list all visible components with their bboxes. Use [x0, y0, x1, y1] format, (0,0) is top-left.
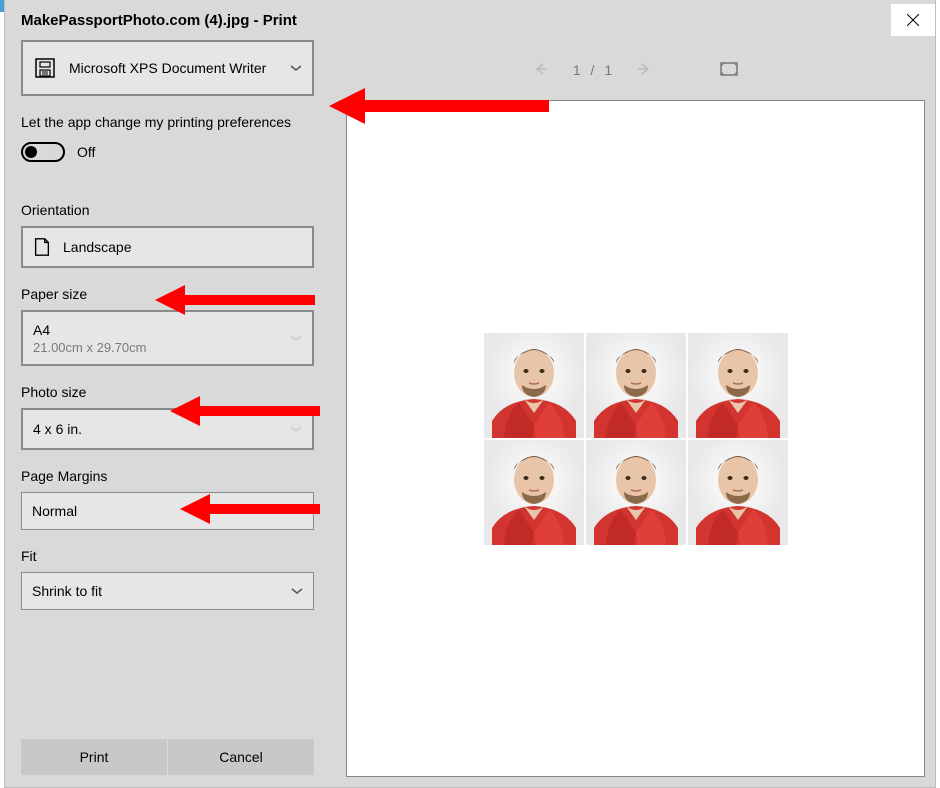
print-page-preview	[356, 229, 916, 649]
page-navigation: 1 / 1	[346, 40, 925, 100]
preview-canvas	[346, 100, 925, 777]
preferences-label: Let the app change my printing preferenc…	[21, 114, 314, 130]
paper-size-label: Paper size	[21, 286, 314, 302]
dialog-content: Microsoft XPS Document Writer Let the ap…	[5, 40, 935, 787]
previous-page-button[interactable]	[533, 62, 549, 79]
passport-photo-grid	[484, 333, 788, 545]
orientation-selector[interactable]: Landscape	[21, 226, 314, 268]
chevron-down-icon	[291, 582, 303, 600]
printer-selector[interactable]: Microsoft XPS Document Writer	[21, 40, 314, 96]
orientation-value: Landscape	[63, 239, 132, 255]
preferences-toggle-value: Off	[77, 144, 95, 160]
chevron-down-icon	[290, 420, 302, 438]
next-page-button[interactable]	[636, 62, 652, 79]
toggle-knob	[25, 146, 37, 158]
passport-photo	[484, 440, 584, 545]
chevron-down-icon	[291, 502, 303, 520]
preview-panel: 1 / 1	[330, 40, 935, 787]
orientation-label: Orientation	[21, 202, 314, 218]
passport-photo	[688, 440, 788, 545]
paper-size-selector[interactable]: A4 21.00cm x 29.70cm	[21, 310, 314, 366]
fullscreen-button[interactable]	[720, 62, 738, 79]
chevron-down-icon	[290, 59, 302, 77]
chevron-down-icon	[290, 329, 302, 347]
page-total: 1	[604, 62, 612, 78]
fit-value: Shrink to fit	[32, 583, 102, 599]
printer-name: Microsoft XPS Document Writer	[69, 60, 266, 77]
close-icon	[907, 14, 919, 26]
passport-photo	[586, 440, 686, 545]
page-current: 1	[573, 62, 581, 78]
print-button[interactable]: Print	[21, 739, 167, 775]
cancel-button[interactable]: Cancel	[167, 739, 314, 775]
preferences-toggle[interactable]	[21, 142, 65, 162]
photo-size-label: Photo size	[21, 384, 314, 400]
page-landscape-icon	[33, 237, 51, 257]
preferences-toggle-row: Off	[21, 142, 314, 162]
settings-sidebar: Microsoft XPS Document Writer Let the ap…	[5, 40, 330, 787]
paper-size-dimensions: 21.00cm x 29.70cm	[33, 340, 146, 355]
print-dialog: MakePassportPhoto.com (4).jpg - Print Mi…	[4, 0, 936, 788]
paper-size-value: A4	[33, 322, 146, 338]
page-margins-selector[interactable]: Normal	[21, 492, 314, 530]
photo-size-value: 4 x 6 in.	[33, 421, 82, 437]
fit-selector[interactable]: Shrink to fit	[21, 572, 314, 610]
passport-photo	[586, 333, 686, 438]
passport-photo	[484, 333, 584, 438]
printer-icon	[33, 56, 57, 80]
close-button[interactable]	[891, 4, 935, 36]
page-margins-value: Normal	[32, 503, 77, 519]
button-row: Print Cancel	[21, 739, 314, 775]
page-margins-label: Page Margins	[21, 468, 314, 484]
fullscreen-icon	[720, 62, 738, 76]
photo-size-selector[interactable]: 4 x 6 in.	[21, 408, 314, 450]
titlebar: MakePassportPhoto.com (4).jpg - Print	[5, 0, 935, 40]
page-separator: /	[591, 62, 595, 78]
dialog-title: MakePassportPhoto.com (4).jpg - Print	[21, 12, 297, 29]
passport-photo	[688, 333, 788, 438]
fit-label: Fit	[21, 548, 314, 564]
